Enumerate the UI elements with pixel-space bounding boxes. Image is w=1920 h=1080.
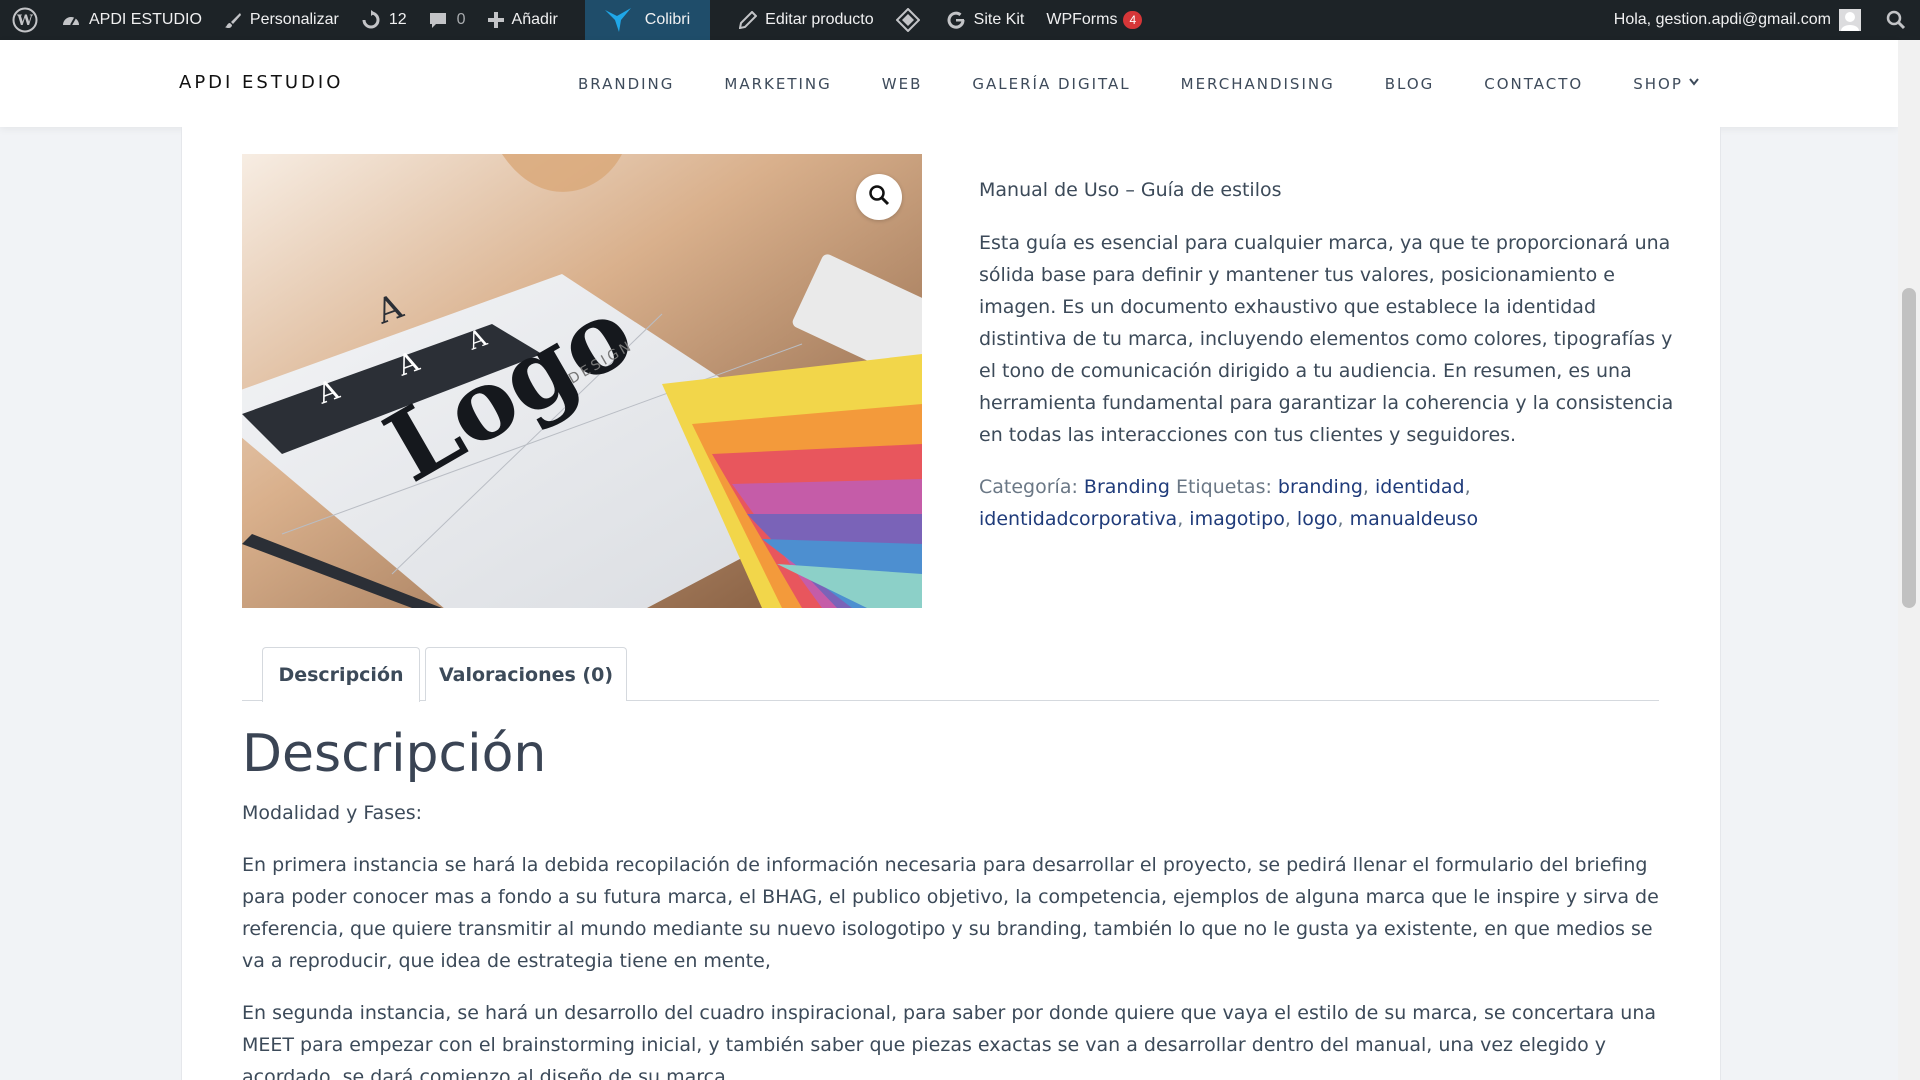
category-link-branding[interactable]: Branding	[1084, 476, 1170, 498]
wpforms-label: WPForms	[1046, 11, 1118, 28]
nav-item-shop[interactable]: SHOP	[1633, 75, 1699, 93]
colibri-bird-icon	[604, 8, 631, 32]
updates-icon	[361, 10, 381, 30]
description-heading: Descripción	[242, 724, 547, 784]
scrollbar-thumb[interactable]	[1902, 288, 1916, 608]
avatar	[1839, 9, 1861, 31]
tag-link-manualdeuso[interactable]: manualdeuso	[1350, 508, 1478, 530]
product-short-description: Esta guía es esencial para cualquier mar…	[979, 232, 1674, 446]
tags-label: Etiquetas:	[1175, 476, 1272, 498]
description-subtitle: Modalidad y Fases:	[242, 802, 423, 824]
site-kit-menu[interactable]: Site Kit	[935, 0, 1036, 40]
site-name-label: APDI ESTUDIO	[89, 11, 202, 28]
tag-link-logo[interactable]: logo	[1297, 508, 1338, 530]
tag-link-identidad[interactable]: identidad	[1375, 476, 1465, 498]
category-label: Categoría:	[979, 476, 1078, 498]
product-tabs: Descripción Valoraciones (0)	[242, 647, 1659, 702]
wpforms-notification-badge: 4	[1123, 11, 1143, 29]
search-icon	[1886, 10, 1906, 30]
updates-link[interactable]: 12	[350, 0, 418, 40]
comments-count: 0	[456, 11, 466, 28]
svg-text:W: W	[16, 13, 33, 29]
tab-description[interactable]: Descripción	[262, 647, 420, 702]
admin-bar: W APDI ESTUDIO Personalizar 12 0 Añadir	[0, 0, 1920, 40]
site-header: APDI ESTUDIO BRANDING MARKETING WEB GALE…	[0, 40, 1898, 127]
my-account-menu[interactable]: Hola, gestion.apdi@gmail.com	[1603, 0, 1872, 40]
magnifier-icon	[868, 184, 890, 210]
wordpress-icon: W	[12, 7, 38, 33]
nav-item-marketing[interactable]: MARKETING	[724, 75, 831, 93]
add-new-label: Añadir	[511, 11, 558, 28]
plus-icon	[487, 12, 504, 28]
site-name-menu[interactable]: APDI ESTUDIO	[50, 0, 213, 40]
nav-item-contacto[interactable]: CONTACTO	[1484, 75, 1583, 93]
nav-item-web[interactable]: WEB	[882, 75, 923, 93]
product-image[interactable]: A A A A Logo DESIGN	[242, 154, 922, 608]
product-meta: Categoría: Branding Etiquetas: branding,…	[979, 476, 1479, 530]
product-title: Manual de Uso – Guía de estilos	[979, 179, 1282, 201]
description-paragraph-1: En primera instancia se hará la debida r…	[242, 854, 1659, 972]
tab-reviews[interactable]: Valoraciones (0)	[425, 647, 627, 701]
main-navigation: BRANDING MARKETING WEB GALERÍA DIGITAL M…	[578, 40, 1699, 127]
tag-link-branding[interactable]: branding	[1278, 476, 1363, 498]
site-logo[interactable]: APDI ESTUDIO	[179, 72, 343, 93]
admin-search-button[interactable]	[1872, 0, 1920, 40]
page-scrollbar[interactable]	[1898, 40, 1920, 1080]
nav-item-galeria-digital[interactable]: GALERÍA DIGITAL	[972, 75, 1130, 93]
colibri-label: Colibri	[644, 11, 691, 28]
product-summary: Manual de Uso – Guía de estilos Esta guí…	[979, 177, 1679, 535]
customize-link[interactable]: Personalizar	[213, 0, 350, 40]
brush-icon	[224, 11, 242, 29]
edit-product-label: Editar producto	[765, 11, 874, 28]
diamond-icon	[895, 8, 920, 32]
wordpress-logo-button[interactable]: W	[0, 0, 50, 40]
tag-link-imagotipo[interactable]: imagotipo	[1189, 508, 1285, 530]
product-content: A A A A Logo DESIGN Manual de Uso – Guía…	[181, 127, 1721, 1080]
edit-product-link[interactable]: Editar producto	[728, 0, 885, 40]
customize-label: Personalizar	[249, 11, 339, 28]
dashboard-gauge-icon	[61, 11, 81, 29]
pencil-icon	[739, 11, 758, 29]
nav-item-shop-label: SHOP	[1633, 74, 1683, 93]
description-paragraph-2: En segunda instancia, se hará un desarro…	[242, 1002, 1657, 1080]
nav-item-blog[interactable]: BLOG	[1385, 75, 1435, 93]
google-g-icon	[946, 10, 966, 30]
description-panel: Descripción Modalidad y Fases: En primer…	[242, 723, 1662, 1080]
updates-count: 12	[388, 11, 407, 28]
comments-link[interactable]: 0	[418, 0, 477, 40]
user-greeting: Hola, gestion.apdi@gmail.com	[1613, 11, 1831, 28]
nav-item-merchandising[interactable]: MERCHANDISING	[1181, 75, 1335, 93]
add-new-menu[interactable]: Añadir	[477, 0, 569, 40]
tag-link-identidadcorporativa[interactable]: identidadcorporativa	[979, 508, 1177, 530]
wpforms-menu[interactable]: WPForms 4	[1035, 0, 1153, 40]
logo-design-photo: A A A A Logo DESIGN	[242, 154, 922, 608]
site-kit-label: Site Kit	[973, 11, 1025, 28]
nav-item-branding[interactable]: BRANDING	[578, 75, 674, 93]
zoom-image-button[interactable]	[856, 174, 902, 220]
comment-icon	[429, 11, 447, 29]
chevron-down-icon	[1689, 78, 1699, 89]
colibri-menu[interactable]: Colibri	[584, 0, 711, 40]
diamond-plugin-button[interactable]	[885, 0, 931, 40]
